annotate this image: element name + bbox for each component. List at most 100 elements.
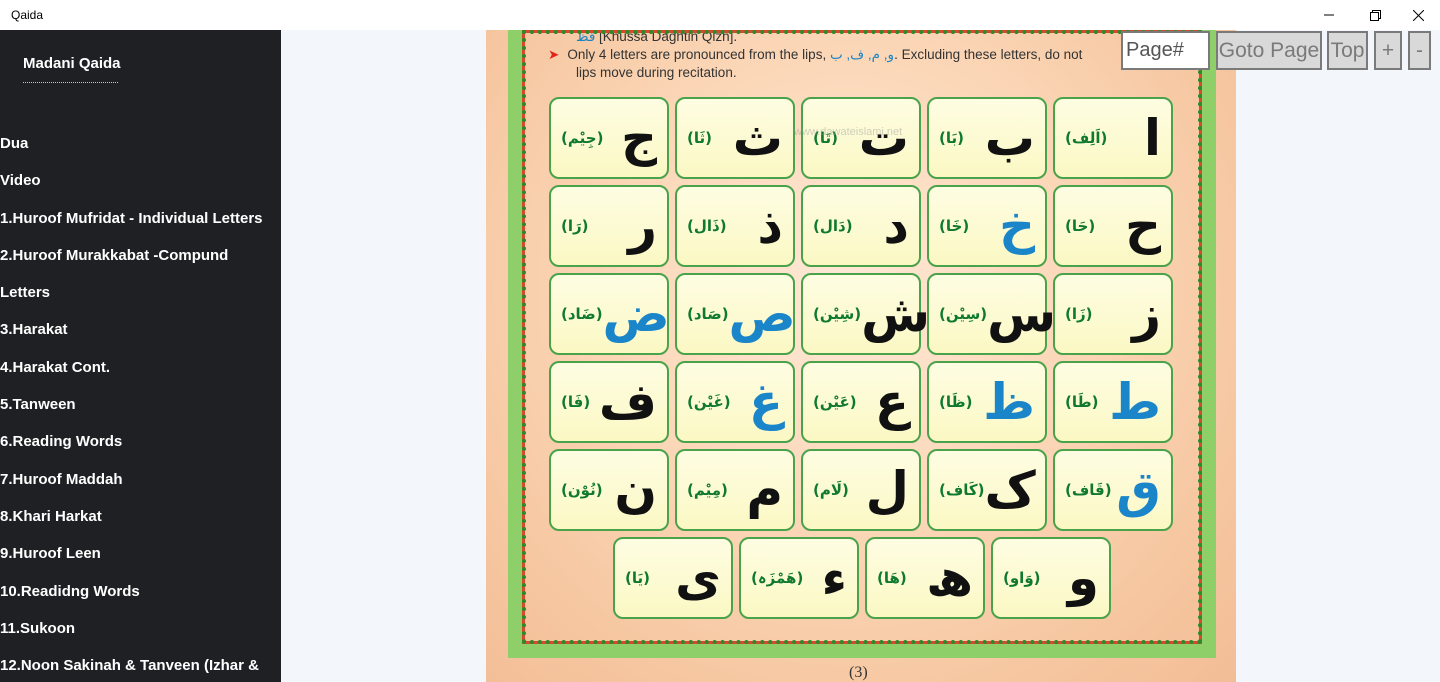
close-button[interactable] (1395, 0, 1440, 30)
sidebar-item[interactable]: 8.Khari Harkat (0, 498, 281, 535)
letter-card: (فَا) ف (549, 361, 669, 443)
letter-card: (ضَاد) ض (549, 273, 670, 355)
sidebar-item[interactable]: 7.Huroof Maddah (0, 461, 281, 498)
sidebar-item[interactable]: 4.Harakat Cont. (0, 349, 281, 386)
letter-name: (سِیْن) (939, 305, 988, 323)
arabic-letter: ص (728, 285, 796, 343)
sidebar-item[interactable]: 9.Huroof Leen (0, 535, 281, 572)
watermark: www.dawateislami.net (794, 126, 903, 138)
arabic-letter: س (987, 285, 1057, 343)
letter-card: (غَیْن) غ (675, 361, 795, 443)
content-area: قظ [Khussa Daghtin Qizh]. ➤ Only 4 letter… (281, 30, 1440, 682)
letter-name: (صَاد) (687, 305, 729, 323)
letter-name: (ثَا) (687, 129, 712, 147)
brand-underline (23, 82, 118, 83)
arabic-letter: ض (602, 285, 670, 343)
letter-card: (تَا) ت (801, 97, 921, 179)
letter-name: (ھَا) (877, 569, 907, 587)
page-number-input[interactable] (1121, 31, 1210, 70)
letter-name: (زَا) (1065, 305, 1093, 323)
letter-card: (سِیْن) س (927, 273, 1056, 355)
sidebar-item[interactable]: Video (0, 162, 281, 199)
page-number: (3) (849, 664, 868, 681)
letter-name: (طَا) (1065, 393, 1099, 411)
letter-name: (غَیْن) (687, 393, 731, 411)
arabic-letter: ش (861, 285, 931, 343)
letter-name: (ذَال) (687, 217, 727, 235)
arabic-letter: ل (865, 461, 909, 519)
sidebar-item[interactable]: 3.Harakat (0, 311, 281, 348)
letter-name: (بَا) (939, 129, 964, 147)
arabic-letter: ھ (926, 549, 973, 607)
letter-card: (ثَا) ث (675, 97, 795, 179)
restore-button[interactable] (1352, 0, 1398, 30)
letter-name: (اَلِف) (1065, 129, 1108, 147)
sidebar-brand: Madani Qaida (23, 55, 121, 72)
letter-name: (ظَا) (939, 393, 973, 411)
arabic-letter: ی (675, 549, 721, 607)
arabic-letter: ت (858, 109, 909, 167)
arabic-letter: ر (628, 197, 657, 255)
sidebar-item[interactable]: 1.Huroof Mufridat - Individual Letters (0, 200, 281, 237)
letter-card: (حَا) ح (1053, 185, 1173, 267)
letter-card: (کَاف) ک (927, 449, 1047, 531)
letter-card: (قَاف) ق (1053, 449, 1173, 531)
minimize-button[interactable] (1306, 0, 1352, 30)
letter-name: (رَا) (561, 217, 589, 235)
letter-card: (عَیْن) ع (801, 361, 921, 443)
letter-card: (وَاو) و (991, 537, 1111, 619)
arabic-letter: ط (1109, 373, 1161, 431)
zoom-out-button[interactable]: - (1408, 31, 1431, 70)
arabic-letter: ک (984, 461, 1036, 519)
letter-card: (خَا) خ (927, 185, 1047, 267)
letter-card: (اَلِف) ا (1053, 97, 1173, 179)
letter-card: (ذَال) ذ (675, 185, 795, 267)
letter-card: (ظَا) ظ (927, 361, 1047, 443)
sidebar-nav: Dua Video 1.Huroof Mufridat - Individual L… (0, 125, 281, 682)
zoom-in-button[interactable]: + (1374, 31, 1402, 70)
sidebar-item[interactable]: Dua (0, 125, 281, 162)
letter-card: (رَا) ر (549, 185, 669, 267)
letter-name: (خَا) (939, 217, 970, 235)
arabic-letter: د (883, 197, 909, 255)
close-icon (1412, 9, 1424, 21)
sidebar-item[interactable]: 6.Reading Words (0, 423, 281, 460)
arabic-letter: ع (874, 373, 909, 431)
letter-card: (مِیْم) م (675, 449, 795, 531)
arabic-letter: ح (1124, 197, 1161, 255)
letter-name: (لَام) (813, 481, 849, 499)
arabic-letter: ظ (983, 373, 1035, 431)
letter-card: (جِیْم) ج (549, 97, 669, 179)
letter-name: (کَاف) (939, 481, 985, 499)
sidebar-item[interactable]: 12.Noon Sakinah & Tanveen (Izhar & (0, 647, 281, 682)
sidebar-item[interactable]: 11.Sukoon (0, 610, 281, 647)
letter-card: (زَا) ز (1053, 273, 1173, 355)
sidebar-item[interactable]: 2.Huroof Murakkabat -Compund (0, 237, 281, 274)
letter-name: (نُوْن) (561, 481, 603, 499)
title-bar: Qaida (0, 0, 1440, 30)
letter-card: (ھَمْزَہ) ء (739, 537, 859, 619)
letter-name: (مِیْم) (687, 481, 728, 499)
letter-name: (ھَمْزَہ) (751, 569, 804, 587)
sidebar-item[interactable]: Letters (0, 274, 281, 311)
letter-name: (شِیْن) (813, 305, 862, 323)
arabic-letter: ف (598, 373, 657, 431)
letter-name: (جِیْم) (561, 129, 604, 147)
letter-card: (صَاد) ص (675, 273, 796, 355)
arabic-letter: خ (998, 197, 1035, 255)
letter-card: (شِیْن) ش (801, 273, 930, 355)
letter-card: (یَا) ی (613, 537, 733, 619)
minimize-icon (1324, 14, 1334, 16)
sidebar-item[interactable]: 10.Readidng Words (0, 573, 281, 610)
arabic-letter: ث (732, 109, 783, 167)
letter-name: (وَاو) (1003, 569, 1041, 587)
letter-name: (ضَاد) (561, 305, 603, 323)
restore-icon (1369, 9, 1381, 21)
top-button[interactable]: Top (1327, 31, 1368, 70)
arabic-letter: ء (821, 549, 847, 607)
arabic-letter: ذ (757, 197, 783, 255)
letter-card: (طَا) ط (1053, 361, 1173, 443)
window-title: Qaida (11, 8, 44, 22)
goto-page-button[interactable]: Goto Page (1216, 31, 1322, 70)
sidebar-item[interactable]: 5.Tanween (0, 386, 281, 423)
